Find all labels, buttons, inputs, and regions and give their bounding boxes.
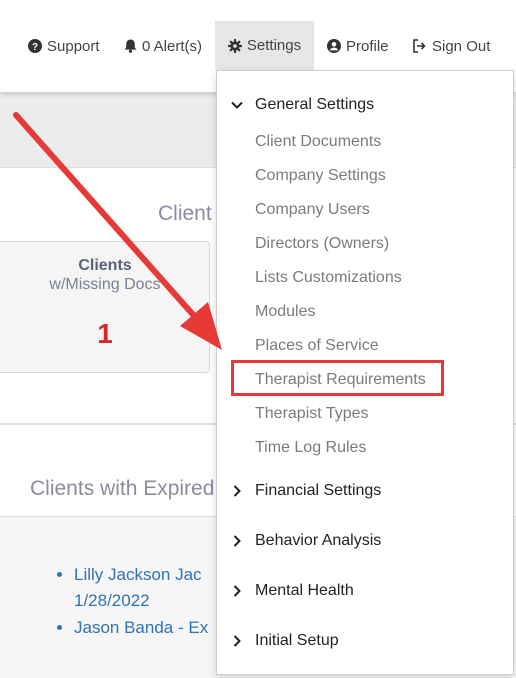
menu-item-lists-customizations[interactable]: Lists Customizations (255, 269, 402, 287)
nav-support-label: Support (47, 37, 100, 55)
menu-item-client-documents[interactable]: Client Documents (255, 133, 381, 151)
bell-icon (124, 39, 137, 53)
menu-group-financial-settings[interactable]: Financial Settings (217, 479, 513, 503)
chevron-down-icon (231, 101, 243, 109)
nav-sign-out-label: Sign Out (432, 37, 491, 55)
menu-group-label: Mental Health (255, 582, 354, 599)
stat-card-title: Clients (78, 257, 132, 274)
menu-group-label: General Settings (255, 96, 375, 113)
missing-docs-stat-card[interactable]: Clients w/Missing Docs 1 (0, 241, 210, 373)
stat-card-subtitle: w/Missing Docs (49, 276, 161, 293)
menu-group-label: Behavior Analysis (255, 532, 382, 549)
menu-group-general-settings[interactable]: General Settings (217, 93, 513, 117)
nav-alerts[interactable]: 0 Alert(s) (124, 22, 202, 70)
nav-profile-label: Profile (346, 37, 389, 55)
gear-icon (227, 38, 242, 53)
clients-section-heading: Client (158, 202, 212, 225)
menu-group-initial-setup[interactable]: Initial Setup (217, 629, 513, 653)
stat-card-value: 1 (97, 318, 113, 349)
menu-item-company-settings[interactable]: Company Settings (255, 167, 386, 185)
menu-item-company-users[interactable]: Company Users (255, 201, 370, 219)
menu-group-label: Initial Setup (255, 632, 339, 649)
menu-item-therapist-types[interactable]: Therapist Types (255, 405, 369, 423)
nav-profile[interactable]: Profile (327, 22, 389, 70)
menu-group-label: Financial Settings (255, 482, 382, 499)
chevron-right-icon (233, 635, 241, 647)
question-circle-icon: ? (28, 39, 42, 53)
menu-group-mental-health[interactable]: Mental Health (217, 579, 513, 603)
chevron-right-icon (233, 485, 241, 497)
nav-settings-label: Settings (246, 37, 302, 54)
expired-section-heading: Clients with Expired (30, 477, 215, 500)
nav-alerts-label: 0 Alert(s) (142, 37, 203, 55)
menu-group-behavior-analysis[interactable]: Behavior Analysis (217, 529, 513, 553)
nav-sign-out[interactable]: Sign Out (412, 22, 490, 70)
menu-item-places-of-service[interactable]: Places of Service (255, 337, 379, 355)
sign-out-icon (413, 39, 426, 53)
svg-text:?: ? (32, 42, 38, 53)
chevron-right-icon (233, 535, 241, 547)
menu-item-time-log-rules[interactable]: Time Log Rules (255, 439, 366, 457)
menu-item-modules[interactable]: Modules (255, 303, 315, 321)
menu-item-directors[interactable]: Directors (Owners) (255, 235, 389, 253)
annotation-highlight-box (231, 360, 444, 396)
nav-support[interactable]: ? Support (28, 22, 100, 70)
user-circle-icon (327, 39, 341, 53)
nav-settings[interactable]: Settings (215, 21, 314, 70)
chevron-right-icon (233, 585, 241, 597)
